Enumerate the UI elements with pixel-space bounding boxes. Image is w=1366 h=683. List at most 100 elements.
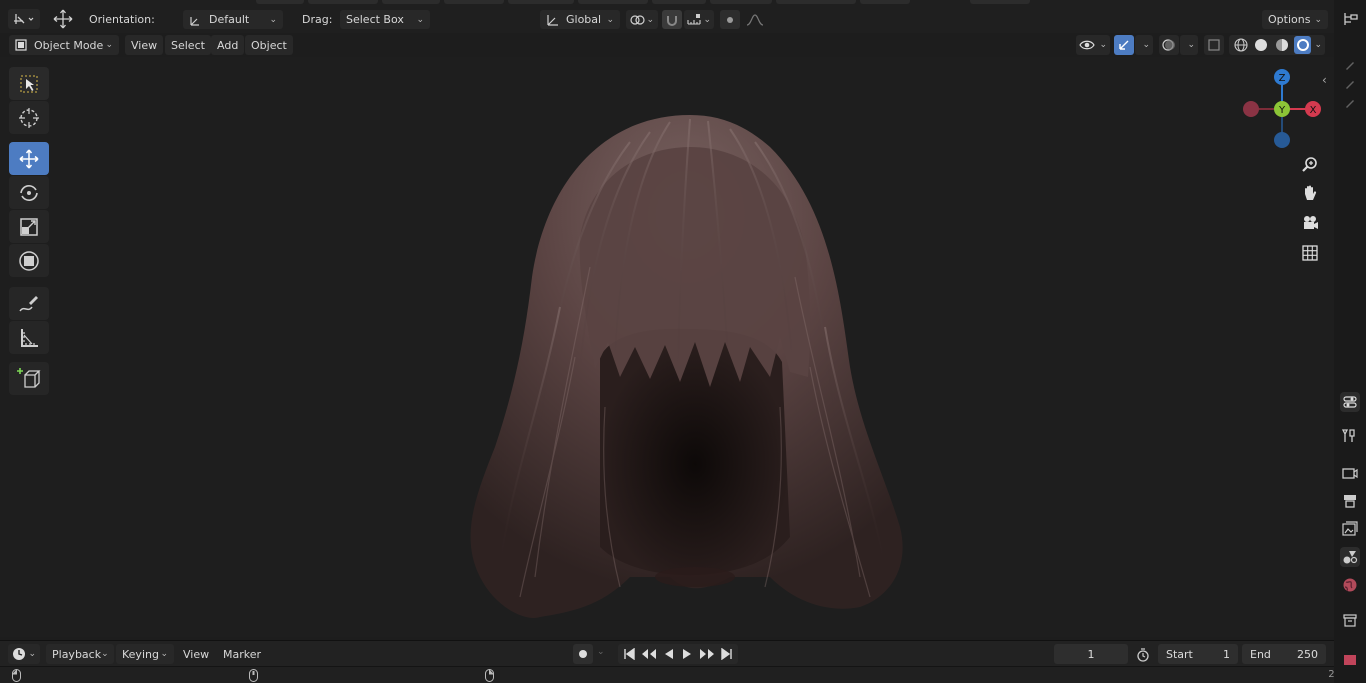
jump-end-icon[interactable]: [721, 648, 733, 660]
gizmo-toggle[interactable]: [1114, 35, 1134, 55]
select-box-tool[interactable]: [9, 67, 49, 100]
magnet-icon: [666, 14, 678, 26]
orientation-dropdown[interactable]: Default ⌄: [183, 10, 283, 29]
timeline-editor-type[interactable]: ⌄: [8, 644, 40, 664]
chevron-down-icon: ⌄: [1187, 40, 1195, 50]
chevron-down-icon[interactable]: ⌄: [597, 647, 605, 657]
gizmo-z-label: Z: [1279, 73, 1286, 84]
xray-toggle[interactable]: [1204, 35, 1224, 55]
playback-dropdown[interactable]: Playback ⌄: [46, 644, 114, 664]
overlays-toggle[interactable]: [1159, 35, 1179, 55]
overlays-dropdown[interactable]: ⌄: [1180, 35, 1198, 55]
prev-keyframe-icon[interactable]: [641, 648, 657, 660]
auto-keying-toggle[interactable]: [573, 644, 593, 664]
move-tool[interactable]: [9, 142, 49, 175]
options-dropdown[interactable]: Options ⌄: [1262, 10, 1328, 29]
eye-icon: [1079, 39, 1095, 51]
material-preview-icon[interactable]: [1273, 38, 1291, 52]
select-box-icon: [20, 75, 38, 92]
chevron-down-icon: ⌄: [101, 649, 109, 659]
mode-dropdown[interactable]: Object Mode ⌄: [9, 35, 119, 55]
falloff-curve-icon[interactable]: [742, 10, 768, 29]
navigation-gizmo[interactable]: Z X Y: [1236, 65, 1328, 157]
menu-add[interactable]: Add: [211, 35, 245, 55]
status-bar: 2.93.9: [0, 666, 1366, 683]
chevron-down-icon: ⌄: [269, 14, 277, 25]
outliner-icon[interactable]: [1340, 9, 1360, 29]
move-tool-icon[interactable]: [50, 9, 76, 29]
world-properties-icon[interactable]: [1340, 575, 1360, 595]
edit-icon[interactable]: [1340, 74, 1360, 94]
gizmo-icon: [1117, 38, 1131, 52]
end-frame-field[interactable]: End 250: [1242, 644, 1326, 664]
add-cube-tool[interactable]: [9, 362, 49, 395]
timeline-menu-marker[interactable]: Marker: [217, 644, 267, 664]
next-keyframe-icon[interactable]: [699, 648, 715, 660]
annotate-tool[interactable]: [9, 287, 49, 320]
hair-model[interactable]: [440, 107, 940, 637]
transform-tool[interactable]: [9, 244, 49, 277]
3d-viewport[interactable]: Z X Y ‹: [0, 57, 1334, 637]
render-properties-icon[interactable]: [1340, 463, 1360, 483]
collection-properties-icon[interactable]: [1340, 610, 1360, 630]
drag-dropdown[interactable]: Select Box ⌄: [340, 10, 430, 29]
end-value: 250: [1297, 647, 1318, 661]
active-tool-icon[interactable]: [1340, 426, 1360, 446]
scene-properties-icon[interactable]: [1340, 547, 1360, 567]
grid-axis-icon: [14, 14, 34, 24]
ortho-grid-icon[interactable]: [1298, 241, 1322, 265]
snap-target-dropdown[interactable]: ⌄: [684, 10, 714, 29]
gizmo-x-label: X: [1310, 105, 1317, 116]
stopwatch-icon[interactable]: [1134, 646, 1152, 664]
overlays-icon: [1162, 38, 1176, 52]
gizmo-dropdown[interactable]: ⌄: [1135, 35, 1153, 55]
cursor-tool[interactable]: [9, 101, 49, 134]
zoom-icon[interactable]: [1298, 153, 1322, 177]
menu-select[interactable]: Select: [165, 35, 211, 55]
keying-label: Keying: [122, 647, 159, 661]
sidebar-toggle-icon[interactable]: ‹: [1322, 73, 1327, 87]
chevron-down-icon: ⌄: [105, 40, 113, 50]
output-properties-icon[interactable]: [1340, 491, 1360, 511]
menu-view[interactable]: View: [125, 35, 164, 55]
visibility-dropdown[interactable]: ⌄: [1076, 35, 1110, 55]
snap-toggle[interactable]: [662, 10, 682, 29]
current-frame-field[interactable]: 1: [1054, 644, 1128, 664]
wireframe-shading-icon[interactable]: [1232, 38, 1250, 52]
gizmo-y-label: Y: [1278, 105, 1286, 116]
transform-orientation-dropdown[interactable]: Global ⌄: [540, 10, 620, 29]
chevron-down-icon: ⌄: [646, 14, 654, 25]
texture-properties-icon[interactable]: [1340, 655, 1360, 665]
properties-sidebar: [1334, 0, 1366, 683]
jump-start-icon[interactable]: [623, 648, 635, 660]
solid-shading-icon[interactable]: [1253, 38, 1271, 52]
rendered-shading-icon[interactable]: [1293, 36, 1312, 54]
measure-icon: [21, 328, 38, 347]
menu-object[interactable]: Object: [245, 35, 293, 55]
rotate-tool[interactable]: [9, 176, 49, 209]
scale-tool[interactable]: [9, 210, 49, 243]
play-icon[interactable]: [681, 648, 693, 660]
start-frame-field[interactable]: Start 1: [1158, 644, 1238, 664]
end-label: End: [1250, 647, 1271, 661]
workspace-tabs-strip: [250, 0, 1030, 5]
proportional-editing-toggle[interactable]: [720, 10, 740, 29]
record-icon: [578, 649, 588, 659]
camera-view-icon[interactable]: [1298, 211, 1322, 235]
pivot-point-dropdown[interactable]: ⌄: [626, 10, 658, 29]
tool-properties-icon[interactable]: [1340, 392, 1360, 412]
chevron-down-icon: ⌄: [703, 14, 711, 25]
play-reverse-icon[interactable]: [663, 648, 675, 660]
move-icon: [19, 149, 39, 168]
pan-hand-icon[interactable]: [1298, 181, 1322, 205]
keying-dropdown[interactable]: Keying ⌄: [116, 644, 174, 664]
measure-tool[interactable]: [9, 321, 49, 354]
shading-mode-group: ⌄: [1229, 35, 1325, 55]
timeline-menu-view[interactable]: View: [177, 644, 215, 664]
object-mode-icon: [15, 39, 27, 51]
edit-icon[interactable]: [1340, 55, 1360, 75]
view-layer-properties-icon[interactable]: [1340, 519, 1360, 539]
edit-icon[interactable]: [1340, 93, 1360, 113]
editor-type-button[interactable]: [8, 9, 40, 29]
chevron-down-icon[interactable]: ⌄: [1314, 40, 1322, 50]
